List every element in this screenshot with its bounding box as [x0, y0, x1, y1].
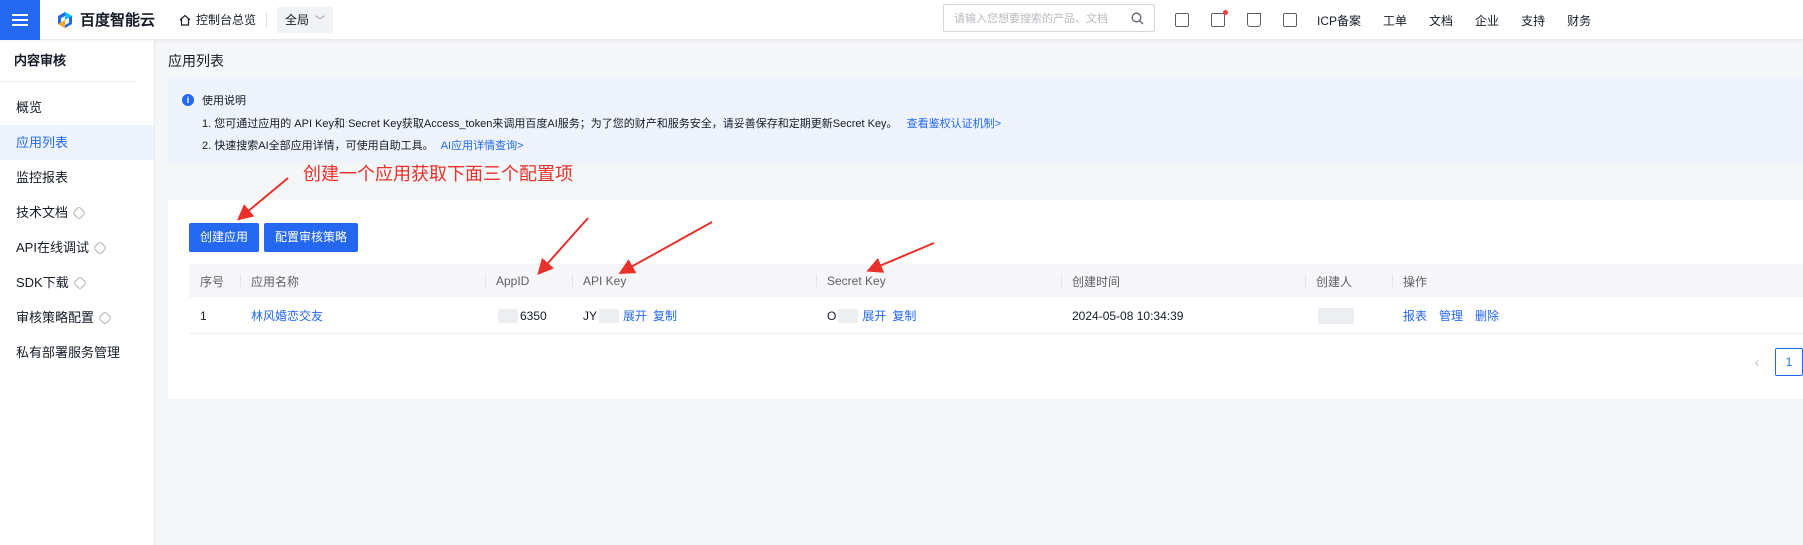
row-index: 1 [200, 308, 207, 323]
header-app-name: 应用名称 [240, 264, 485, 298]
sidebar-item-label: 审核策略配置 [16, 310, 95, 325]
baidu-cloud-logo-icon [58, 11, 72, 28]
link-icon [71, 205, 87, 220]
appid-suffix: 6350 [520, 308, 547, 323]
top-link-enterprise[interactable]: 企业 [1475, 12, 1499, 29]
chevron-down-icon: ﹀ [315, 16, 326, 27]
info-icon: i [182, 94, 194, 106]
usage-notice: i 使用说明 1. 您可通过应用的 API Key和 Secret Key获取A… [168, 78, 1803, 163]
app-name-link[interactable]: 林风婚恋交友 [251, 307, 323, 324]
row-created-time: 2024-05-08 10:34:39 [1072, 308, 1184, 323]
auth-mechanism-link[interactable]: 查看鉴权认证机制> [907, 118, 1001, 130]
sidebar-item-label: 应用列表 [16, 135, 69, 150]
api-key-prefix: JY [583, 308, 598, 323]
sidebar-item-label: 技术文档 [16, 205, 69, 220]
header-api-key: API Key [572, 264, 816, 298]
header-creator: 创建人 [1305, 264, 1392, 298]
top-link-support[interactable]: 支持 [1521, 12, 1545, 29]
row-creator [1305, 298, 1392, 333]
header-index: 序号 [200, 274, 225, 289]
page-title: 应用列表 [168, 53, 224, 69]
header-actions: 操作 [1392, 264, 1592, 298]
top-link-icp[interactable]: ICP备案 [1317, 12, 1361, 29]
top-link-docs[interactable]: 文档 [1429, 12, 1453, 29]
sidebar-item-private-deploy[interactable]: 私有部署服务管理 [0, 335, 154, 370]
masked-value [838, 308, 859, 323]
notice-title: 使用说明 [202, 95, 246, 107]
sidebar-item-label: 概览 [16, 100, 43, 115]
manage-link[interactable]: 管理 [1439, 307, 1463, 324]
page-button-current[interactable]: 1 [1775, 348, 1803, 376]
sidebar-item-app-list[interactable]: 应用列表 [0, 125, 154, 160]
message-icon[interactable] [1211, 10, 1228, 27]
cart-icon[interactable] [1247, 13, 1261, 27]
row-api-key: JY 展开 复制 [572, 298, 816, 333]
console-overview-link[interactable]: 控制台总览 [179, 11, 256, 28]
app-table: 序号 应用名称 AppID API Key Secret Key 创建时间 创建… [189, 264, 1803, 334]
create-app-button[interactable]: 创建应用 [189, 223, 260, 252]
top-bar: 百度智能云 控制台总览 全局 ﹀ 请输入您想要搜索的产品、文档 ICP备案 工单… [0, 0, 1803, 40]
api-key-expand-link[interactable]: 展开 [623, 307, 647, 324]
sidebar-item-label: API在线调试 [16, 240, 89, 255]
sidebar-item-monitor-report[interactable]: 监控报表 [0, 160, 154, 195]
row-secret-key: O 展开 复制 [816, 298, 1061, 333]
console-overview-label: 控制台总览 [196, 13, 257, 27]
row-actions: 报表 管理 删除 [1392, 298, 1592, 333]
notice-line-2-text: 2. 快速搜索AI全部应用详情，可使用自助工具。 [202, 140, 434, 152]
top-links: ICP备案 工单 文档 企业 支持 财务 [1317, 0, 1613, 40]
sidebar-item-label: 监控报表 [16, 170, 69, 185]
delete-link[interactable]: 删除 [1475, 307, 1499, 324]
search-input[interactable]: 请输入您想要搜索的产品、文档 [943, 4, 1155, 32]
link-icon [92, 240, 108, 255]
sidebar-item-review-policy[interactable]: 审核策略配置 [0, 300, 154, 335]
menu-icon[interactable] [0, 0, 40, 40]
qrcode-icon[interactable] [1175, 13, 1189, 27]
top-link-finance[interactable]: 财务 [1567, 12, 1591, 29]
masked-value [498, 308, 518, 323]
sidebar-item-tech-docs[interactable]: 技术文档 [0, 195, 154, 230]
masked-value [599, 308, 620, 323]
table-header: 序号 应用名称 AppID API Key Secret Key 创建时间 创建… [189, 264, 1803, 298]
top-link-ticket[interactable]: 工单 [1383, 12, 1407, 29]
configure-policy-button[interactable]: 配置审核策略 [264, 223, 359, 252]
header-appid: AppID [485, 264, 572, 298]
divider [266, 11, 268, 28]
api-key-copy-link[interactable]: 复制 [653, 307, 677, 324]
sidebar-item-overview[interactable]: 概览 [0, 90, 154, 125]
prev-page-icon[interactable]: ‹ [1743, 354, 1771, 370]
sidebar-item-sdk-download[interactable]: SDK下载 [0, 265, 154, 300]
sidebar-item-label: 私有部署服务管理 [16, 345, 121, 360]
annotation-text: 创建一个应用获取下面三个配置项 [303, 164, 573, 184]
notice-line-2: 2. 快速搜索AI全部应用详情，可使用自助工具。 AI应用详情查询> [202, 137, 1803, 153]
sidebar-title: 内容审核 [0, 40, 136, 82]
region-select[interactable]: 全局 ﹀ [277, 6, 334, 33]
logo[interactable]: 百度智能云 [56, 9, 155, 30]
search-placeholder: 请输入您想要搜索的产品、文档 [954, 13, 1108, 25]
logo-text: 百度智能云 [80, 12, 156, 29]
app-list-card: 创建应用 配置审核策略 序号 应用名称 AppID API Key Secret… [168, 200, 1803, 398]
search-icon[interactable] [1131, 12, 1144, 25]
link-icon [72, 275, 87, 290]
link-icon [97, 310, 113, 325]
bn-icon[interactable] [1283, 13, 1297, 27]
secret-key-copy-link[interactable]: 复制 [892, 307, 916, 324]
table-row: 1 林风婚恋交友 6350 JY 展开 复制 O 展开 复制 2024-05-0… [189, 298, 1803, 334]
secret-key-prefix: O [827, 308, 837, 323]
home-icon [179, 14, 191, 26]
notice-line-1: 1. 您可通过应用的 API Key和 Secret Key获取Access_t… [202, 115, 1803, 131]
sidebar-item-label: SDK下载 [16, 275, 69, 290]
sidebar: 内容审核 概览 应用列表 监控报表 技术文档 API在线调试 SDK下载 审核策… [0, 40, 155, 545]
row-appid: 6350 [485, 298, 572, 333]
report-link[interactable]: 报表 [1403, 307, 1427, 324]
header-secret-key: Secret Key [816, 264, 1061, 298]
secret-key-expand-link[interactable]: 展开 [862, 307, 886, 324]
pagination: ‹ 1 [1743, 348, 1803, 376]
notice-line-1-text: 1. 您可通过应用的 API Key和 Secret Key获取Access_t… [202, 118, 898, 130]
top-icon-group [1175, 0, 1319, 40]
header-created-time: 创建时间 [1061, 264, 1305, 298]
masked-value [1318, 307, 1354, 324]
sidebar-item-api-debug[interactable]: API在线调试 [0, 230, 154, 265]
region-label: 全局 [285, 13, 310, 27]
app-detail-query-link[interactable]: AI应用详情查询> [441, 140, 524, 152]
